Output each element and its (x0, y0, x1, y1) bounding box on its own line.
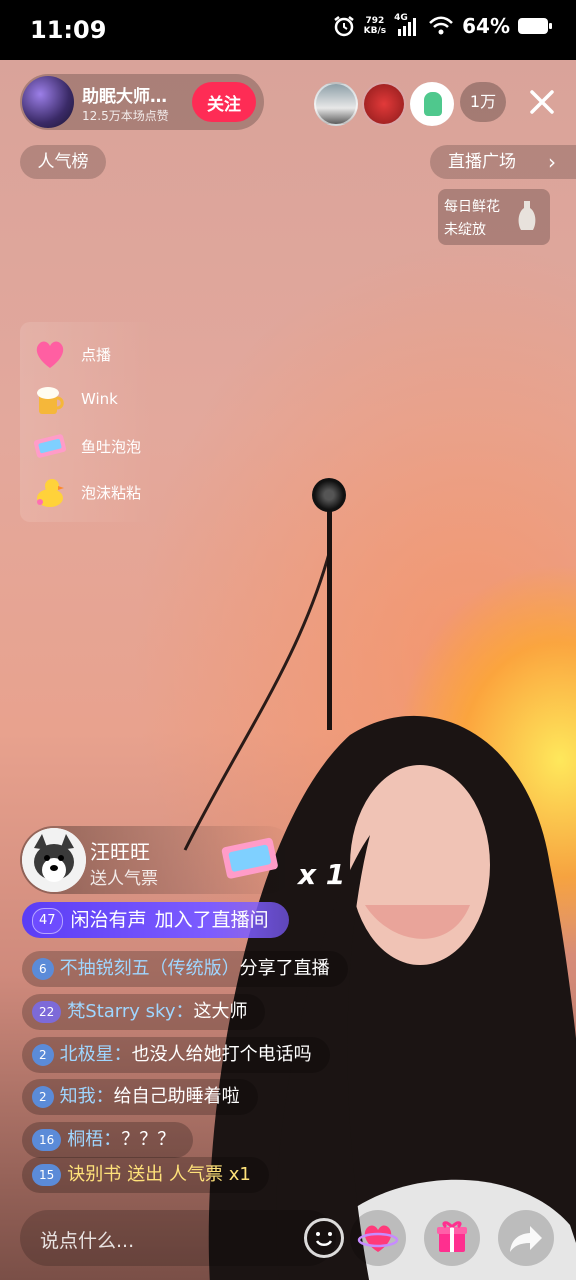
status-bar: 11:09 792 KB/s 4G 64% (0, 0, 576, 60)
menu-label: 鱼吐泡泡 (81, 438, 142, 456)
chat-username[interactable]: 知我： (60, 1086, 114, 1107)
level-badge: 6 (32, 958, 54, 980)
dino-icon (424, 92, 442, 116)
menu-label: 泡沫粘粘 (81, 484, 142, 502)
flower-title: 每日鲜花 (444, 199, 500, 215)
ticket-icon (33, 434, 67, 458)
dog-icon (22, 828, 86, 892)
heart-planet-icon (357, 1225, 399, 1252)
live-plaza-button[interactable]: 直播广场 › (430, 145, 576, 179)
daily-flower-card[interactable]: 每日鲜花 未绽放 (438, 189, 550, 245)
chat-text: 给自己助睡着啦 (113, 1086, 240, 1107)
popularity-rank-button[interactable]: 人气榜 (20, 145, 106, 179)
chat-text: 这大师 (193, 1001, 248, 1022)
menu-item-wink[interactable]: Wink (30, 380, 160, 420)
level-badge: 47 (32, 907, 63, 934)
live-plaza-label: 直播广场 (448, 152, 516, 172)
close-icon (530, 90, 554, 114)
chat-username[interactable]: 诀别书 (67, 1164, 121, 1185)
alarm-icon (333, 16, 354, 37)
chevron-right-icon: › (548, 150, 556, 174)
join-message: 47 闲治有声 加入了直播间 (22, 902, 289, 938)
chat-username[interactable]: 北极星： (60, 1044, 132, 1065)
popularity-ticket-icon (221, 837, 278, 879)
chat-username[interactable]: 桐梧： (67, 1129, 121, 1150)
chat-message: 22 梵Starry sky：这大师 (22, 994, 266, 1030)
viewer-avatar[interactable] (362, 82, 406, 126)
menu-label: Wink (81, 390, 118, 408)
vase-icon (518, 201, 536, 230)
host-likes: 12.5万本场点赞 (82, 109, 169, 123)
chat-message: 15 诀别书 送出 人气票 x1 (22, 1157, 269, 1193)
chat-text: 分享了直播 (239, 958, 330, 979)
flower-status: 未绽放 (444, 222, 486, 238)
chat-text: 送出 人气票 x1 (127, 1164, 251, 1185)
signal-icon: 4G (394, 13, 420, 37)
host-name[interactable]: 助眠大师… (82, 82, 167, 107)
join-user[interactable]: 闲治有声 (71, 909, 147, 931)
gifter-name: 汪旺旺 (90, 840, 150, 864)
status-time: 11:09 (30, 16, 107, 44)
net-speed-unit: KB/s (363, 26, 387, 36)
level-badge: 2 (32, 1044, 54, 1066)
net-speed-value: 792 (365, 16, 385, 26)
share-button[interactable] (498, 1210, 554, 1266)
gift-box-icon (437, 1221, 467, 1252)
comment-placeholder: 说点什么... (40, 1230, 135, 1252)
host-avatar[interactable] (22, 76, 74, 128)
chat-username[interactable]: 梵Starry sky： (67, 1001, 193, 1022)
network-speed: 792 KB/s (364, 16, 386, 36)
battery-percent: 64% (462, 14, 510, 38)
chat-username[interactable]: 不抽锐刻五（传统版） (60, 958, 240, 979)
gifter-avatar[interactable] (22, 828, 86, 892)
gift-count: x 1 (298, 858, 346, 891)
chat-text: 也没人给她打个电话吗 (131, 1044, 312, 1065)
beer-icon (37, 387, 64, 414)
gift-action: 送人气票 (90, 869, 158, 889)
chat-message: 2 北极星：也没人给她打个电话吗 (22, 1037, 330, 1073)
heart-icon (36, 341, 64, 368)
join-text: 加入了直播间 (154, 909, 269, 931)
level-badge: 2 (32, 1086, 54, 1108)
close-button[interactable] (522, 82, 562, 122)
gift-button[interactable] (424, 1210, 480, 1266)
wifi-icon (429, 16, 454, 35)
level-badge: 16 (32, 1129, 62, 1151)
chat-message: 6 不抽锐刻五（传统版）分享了直播 (22, 951, 348, 987)
viewer-count[interactable]: 1万 (460, 82, 506, 122)
smile-icon (315, 1232, 333, 1246)
menu-label: 点播 (81, 346, 112, 364)
viewer-avatar[interactable] (314, 82, 358, 126)
viewer-avatar[interactable] (410, 82, 454, 126)
level-badge: 15 (32, 1164, 62, 1186)
interaction-menu: 点播 Wink 鱼吐泡泡 泡沫粘粘 (20, 322, 156, 522)
microphone (312, 478, 346, 512)
battery-icon (518, 18, 552, 34)
chat-message: 2 知我：给自己助睡着啦 (22, 1079, 258, 1115)
share-arrow-icon (510, 1226, 542, 1252)
chat-message: 16 桐梧：？？？ (22, 1122, 194, 1158)
level-badge: 22 (32, 1001, 62, 1023)
chat-text: ？？？ (121, 1129, 176, 1150)
host-info[interactable]: 助眠大师… 12.5万本场点赞 关注 (20, 74, 264, 130)
bottom-bar: 说点什么... (0, 1208, 576, 1268)
duck-icon (37, 479, 64, 507)
emoji-button[interactable] (304, 1218, 344, 1258)
comment-input[interactable]: 说点什么... (20, 1210, 344, 1266)
menu-item-foam-sticky[interactable]: 泡沫粘粘 (30, 472, 160, 512)
mic-stand (327, 510, 332, 730)
follow-button[interactable]: 关注 (192, 82, 256, 122)
menu-item-dianbo[interactable]: 点播 (30, 334, 160, 374)
menu-item-fish-bubble[interactable]: 鱼吐泡泡 (30, 426, 160, 466)
like-button[interactable] (350, 1210, 406, 1266)
live-stream-screen: 11:09 792 KB/s 4G 64% 助眠大师… 12.5万本场点赞 关注… (0, 0, 576, 1280)
status-icons: 792 KB/s 4G 64% (332, 13, 552, 38)
streamer-video (208, 715, 576, 1280)
